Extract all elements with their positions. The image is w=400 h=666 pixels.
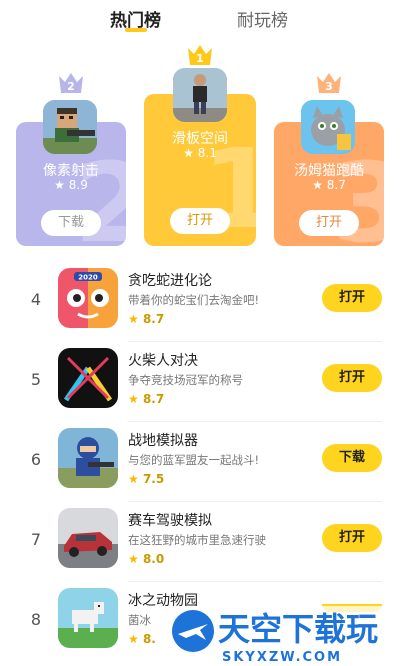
- battle-simulator-icon: [58, 428, 118, 488]
- app-rating: ★ 8.7: [128, 392, 164, 406]
- rank-badge: 3: [325, 80, 333, 93]
- star-icon: ★: [128, 392, 143, 406]
- rating-value: 8.0: [142, 552, 165, 566]
- download-button[interactable]: 下载: [322, 444, 382, 472]
- app-title: 贪吃蛇进化论: [128, 273, 212, 289]
- watermark: 天空下载玩 SKYXZW.COM: [170, 600, 400, 666]
- podium-title: 像素射击: [43, 163, 99, 179]
- rank-number: 8: [30, 610, 42, 629]
- rank-number: 6: [30, 450, 42, 469]
- list-item[interactable]: 7 赛车驾驶模拟 在这狂野的城市里急速行驶 ★ 8.0 打开: [0, 502, 400, 582]
- app-rating: ★ 8.0: [128, 552, 164, 566]
- list-item[interactable]: 6 战地模拟器 与您的蓝军盟友一起战斗! ★ 7.5 下载: [0, 422, 400, 502]
- svg-text:2020: 2020: [78, 274, 98, 282]
- app-rating: ★ 8.7: [128, 312, 164, 326]
- podium-title: 汤姆猫跑酷: [294, 163, 364, 179]
- rank-number: 5: [30, 370, 42, 389]
- rating-value: 8.: [142, 632, 156, 646]
- podium-rating: ★ 8.9: [54, 178, 88, 192]
- rank-badge: 2: [67, 80, 75, 93]
- watermark-title: 天空下载玩: [218, 610, 378, 648]
- app-title: 火柴人对决: [128, 353, 198, 369]
- star-icon: ★: [128, 552, 143, 566]
- app-title: 赛车驾驶模拟: [128, 513, 212, 529]
- app-description: 与您的蓝军盟友一起战斗!: [128, 453, 260, 467]
- watermark-main-text: 天空下载玩 SKYXZW.COM: [218, 610, 378, 665]
- plane-logo-icon: [172, 610, 214, 652]
- app-title: 战地模拟器: [128, 433, 198, 449]
- rating-value: 7.5: [142, 472, 165, 486]
- app-rating: ★ 7.5: [128, 472, 164, 486]
- open-button[interactable]: 打开: [322, 524, 382, 552]
- snake-evolution-icon: 2020: [58, 268, 118, 328]
- podium-title: 滑板空间: [172, 131, 228, 147]
- rating-value: 8.7: [142, 392, 165, 406]
- podium-rating: ★ 8.7: [312, 178, 346, 192]
- podium-rank-3[interactable]: 3 3 汤姆猫跑酷 ★ 8.7 打开: [274, 72, 384, 246]
- list-item[interactable]: 5 火柴人对决 争夺竞技场冠军的称号 ★ 8.7 打开: [0, 342, 400, 422]
- app-rating: ★ 8.: [128, 632, 156, 646]
- skate-space-icon: [173, 68, 227, 122]
- open-button[interactable]: 打开: [322, 284, 382, 312]
- open-button[interactable]: 打开: [299, 210, 359, 236]
- rank-badge: 1: [196, 52, 204, 65]
- rating-value: 8.7: [142, 312, 165, 326]
- rank-number: 7: [30, 530, 42, 549]
- podium-rank-2[interactable]: 2 2 像素射击 ★ 8.9 下载: [16, 72, 126, 246]
- app-description: 带着你的蛇宝们去淘金吧!: [128, 293, 260, 307]
- app-description: 争夺竞技场冠军的称号: [128, 373, 243, 387]
- pixel-shooter-icon: [43, 100, 97, 154]
- stickman-duel-icon: [58, 348, 118, 408]
- podium-rank-1[interactable]: 1 1 滑板空间 ★ 8.1 打开: [144, 44, 256, 246]
- app-description: 菌冰: [128, 613, 151, 627]
- app-description: 在这狂野的城市里急速行驶: [128, 533, 266, 547]
- tab-bar: 热门榜 耐玩榜: [0, 0, 400, 40]
- racing-simulator-icon: [58, 508, 118, 568]
- podium-rating: ★ 8.1: [183, 146, 217, 160]
- watermark-subtitle: SKYXZW.COM: [222, 650, 342, 665]
- rank-number: 4: [30, 290, 42, 309]
- star-icon: ★: [128, 632, 143, 646]
- star-icon: ★: [128, 472, 143, 486]
- tab-durable[interactable]: 耐玩榜: [237, 6, 288, 31]
- ice-zoo-icon: [58, 588, 118, 648]
- open-button[interactable]: 打开: [170, 208, 230, 234]
- download-button[interactable]: 下载: [41, 210, 101, 236]
- open-button[interactable]: 打开: [322, 364, 382, 392]
- talking-tom-icon: [301, 100, 355, 154]
- star-icon: ★: [128, 312, 143, 326]
- list-item[interactable]: 4 2020 贪吃蛇进化论 带着你的蛇宝们去淘金吧! ★ 8.7 打开: [0, 262, 400, 342]
- tab-indicator: [125, 28, 147, 32]
